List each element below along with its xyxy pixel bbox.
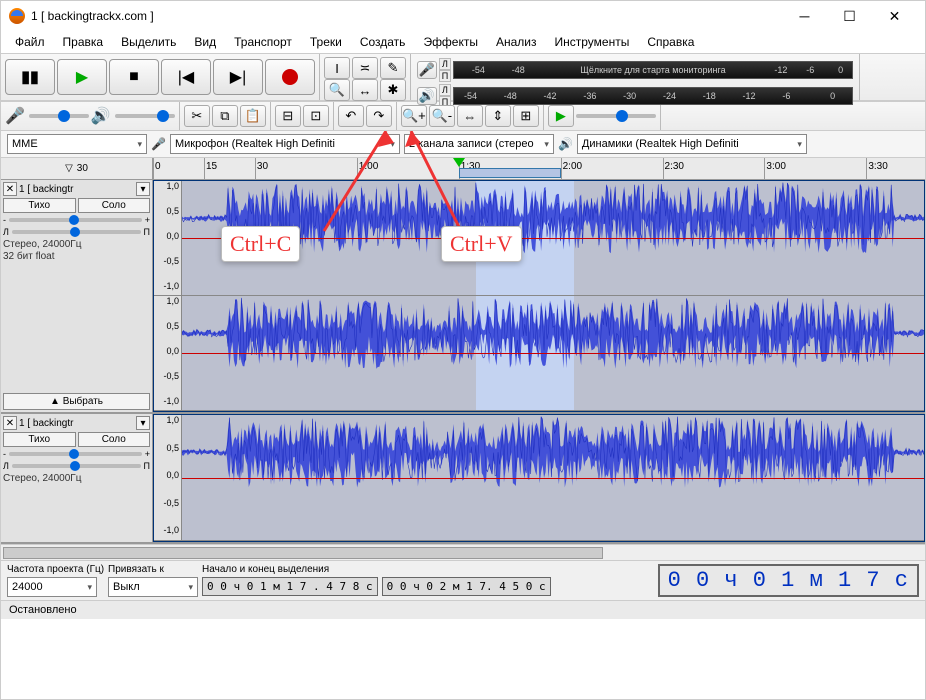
mute-button[interactable]: Тихо [3, 198, 76, 213]
play-meter[interactable]: -54 -48 -42 -36 -30 -24 -18 -12 -6 0 [453, 87, 853, 105]
zoom-in-icon[interactable]: 🔍+ [401, 105, 427, 127]
play-at-speed-button[interactable]: ▶ [548, 105, 574, 127]
mic-meter-icon[interactable]: 🎤 [417, 61, 437, 79]
skip-end-button[interactable]: ▶| [213, 59, 263, 95]
record-meter[interactable]: -54 -48 Щёлкните для старта мониторинга … [453, 61, 853, 79]
app-logo-icon [9, 8, 25, 24]
menu-tools[interactable]: Инструменты [547, 33, 638, 51]
titlebar: 1 [ backingtrackx.com ] ─ ☐ ✕ [1, 1, 925, 31]
timeshift-tool-icon[interactable]: ↔ [352, 79, 378, 101]
track-menu-button[interactable]: ▾ [136, 182, 150, 196]
play-button[interactable]: ▶ [57, 59, 107, 95]
stop-button[interactable]: ■ [109, 59, 159, 95]
pan-slider[interactable]: ЛП [3, 227, 150, 237]
menu-transport[interactable]: Транспорт [226, 33, 300, 51]
track-info: Стерео, 24000Гц [3, 473, 150, 485]
meter-hint: Щёлкните для старта мониторинга [554, 65, 753, 75]
selection-start-input[interactable]: 0 0 ч 0 1 м 1 7 . 4 7 8 с [202, 577, 378, 596]
annotation-ctrl-v: Ctrl+V [441, 226, 522, 262]
fit-selection-icon[interactable]: ⇔ [457, 105, 483, 127]
multi-tool-icon[interactable]: ✱ [380, 79, 406, 101]
track-1-channel-R[interactable]: 1,00,50,0-0,5-1,0 [154, 296, 924, 411]
skip-start-button[interactable]: |◀ [161, 59, 211, 95]
status-line: Остановлено [1, 600, 925, 619]
menu-file[interactable]: Файл [7, 33, 53, 51]
close-button[interactable]: ✕ [872, 2, 917, 30]
gain-slider[interactable]: -+ [3, 215, 150, 225]
redo-icon[interactable]: ↷ [366, 105, 392, 127]
record-button[interactable] [265, 59, 315, 95]
record-volume-slider[interactable]: 🎤 [5, 106, 89, 126]
meter-L-label: Л [439, 58, 451, 70]
playback-speed-slider[interactable] [576, 114, 656, 118]
pause-button[interactable]: ▮▮ [5, 59, 55, 95]
track-2-panel: ✕ 1 [ backingtr ▾ Тихо Соло -+ ЛП Стерео… [1, 414, 153, 542]
copy-icon[interactable]: ⧉ [212, 105, 238, 127]
track-2-channel[interactable]: 1,00,50,0-0,5-1,0 [154, 415, 924, 541]
draw-tool-icon[interactable]: ✎ [380, 57, 406, 79]
solo-button[interactable]: Соло [78, 198, 151, 213]
rate-label: Частота проекта (Гц) [7, 564, 104, 575]
snap-dropdown[interactable]: Выкл▾ [108, 577, 198, 597]
select-track-button[interactable]: ▲ Выбрать [3, 393, 150, 410]
trim-icon[interactable]: ⊟ [275, 105, 301, 127]
zoom-tool-icon[interactable]: 🔍 [324, 79, 350, 101]
audio-host-dropdown[interactable]: MME▾ [7, 134, 147, 154]
toolbars: ▮▮ ▶ ■ |◀ ▶| I ≍ ✎ 🔍 ↔ ✱ 🎤 Л П -54 -48 [1, 53, 925, 101]
gain-slider[interactable]: -+ [3, 449, 150, 459]
menu-generate[interactable]: Создать [352, 33, 414, 51]
play-volume-slider[interactable]: 🔊 [91, 106, 175, 126]
play-device-dropdown[interactable]: Динамики (Realtek High Definiti▾ [577, 134, 807, 154]
menu-tracks[interactable]: Треки [302, 33, 350, 51]
paste-icon[interactable]: 📋 [240, 105, 266, 127]
horizontal-scrollbar[interactable] [1, 544, 925, 560]
mute-button[interactable]: Тихо [3, 432, 76, 447]
window-title: 1 [ backingtrackx.com ] [31, 9, 154, 23]
track-2: ✕ 1 [ backingtr ▾ Тихо Соло -+ ЛП Стерео… [1, 414, 925, 544]
menu-analyze[interactable]: Анализ [488, 33, 545, 51]
pan-slider[interactable]: ЛП [3, 461, 150, 471]
selection-end-input[interactable]: 0 0 ч 0 2 м 1 7. 4 5 0 с [382, 577, 551, 596]
snap-label: Привязать к [108, 564, 198, 575]
project-rate-dropdown[interactable]: 24000▾ [7, 577, 97, 597]
track-1-panel: ✕ 1 [ backingtr ▾ Тихо Соло -+ ЛП Стерео… [1, 180, 153, 412]
selection-tool-icon[interactable]: I [324, 57, 350, 79]
fit-project-icon[interactable]: ⇕ [485, 105, 511, 127]
silence-icon[interactable]: ⊡ [303, 105, 329, 127]
annotation-ctrl-c: Ctrl+C [221, 226, 300, 262]
track-name[interactable]: 1 [ backingtr [19, 184, 134, 195]
menu-view[interactable]: Вид [186, 33, 224, 51]
track-close-button[interactable]: ✕ [3, 182, 17, 196]
menu-effects[interactable]: Эффекты [415, 33, 486, 51]
menu-edit[interactable]: Правка [55, 33, 112, 51]
mic-icon: 🎤 [151, 137, 166, 151]
track-info: Стерео, 24000Гц32 бит float [3, 239, 150, 263]
meter-R-label: П [439, 70, 451, 82]
undo-icon[interactable]: ↶ [338, 105, 364, 127]
speaker-icon: 🔊 [558, 137, 573, 151]
track-close-button[interactable]: ✕ [3, 416, 17, 430]
solo-button[interactable]: Соло [78, 432, 151, 447]
arrow-paste-icon [401, 131, 481, 241]
selection-toolbar: Частота проекта (Гц) 24000▾ Привязать к … [1, 560, 925, 600]
arrow-copy-icon [316, 131, 396, 241]
menu-help[interactable]: Справка [639, 33, 702, 51]
minimize-button[interactable]: ─ [782, 2, 827, 30]
audio-position-display[interactable]: 0 0 ч 0 1 м 1 7 с [658, 564, 919, 597]
track-name[interactable]: 1 [ backingtr [19, 418, 134, 429]
menubar: Файл Правка Выделить Вид Транспорт Треки… [1, 31, 925, 53]
meter-L-label2: Л [439, 84, 451, 96]
cut-icon[interactable]: ✂ [184, 105, 210, 127]
selection-label: Начало и конец выделения [202, 564, 551, 575]
menu-select[interactable]: Выделить [113, 33, 184, 51]
track-menu-button[interactable]: ▾ [136, 416, 150, 430]
zoom-out-icon[interactable]: 🔍- [429, 105, 455, 127]
envelope-tool-icon[interactable]: ≍ [352, 57, 378, 79]
maximize-button[interactable]: ☐ [827, 2, 872, 30]
zoom-toggle-icon[interactable]: ⊞ [513, 105, 539, 127]
